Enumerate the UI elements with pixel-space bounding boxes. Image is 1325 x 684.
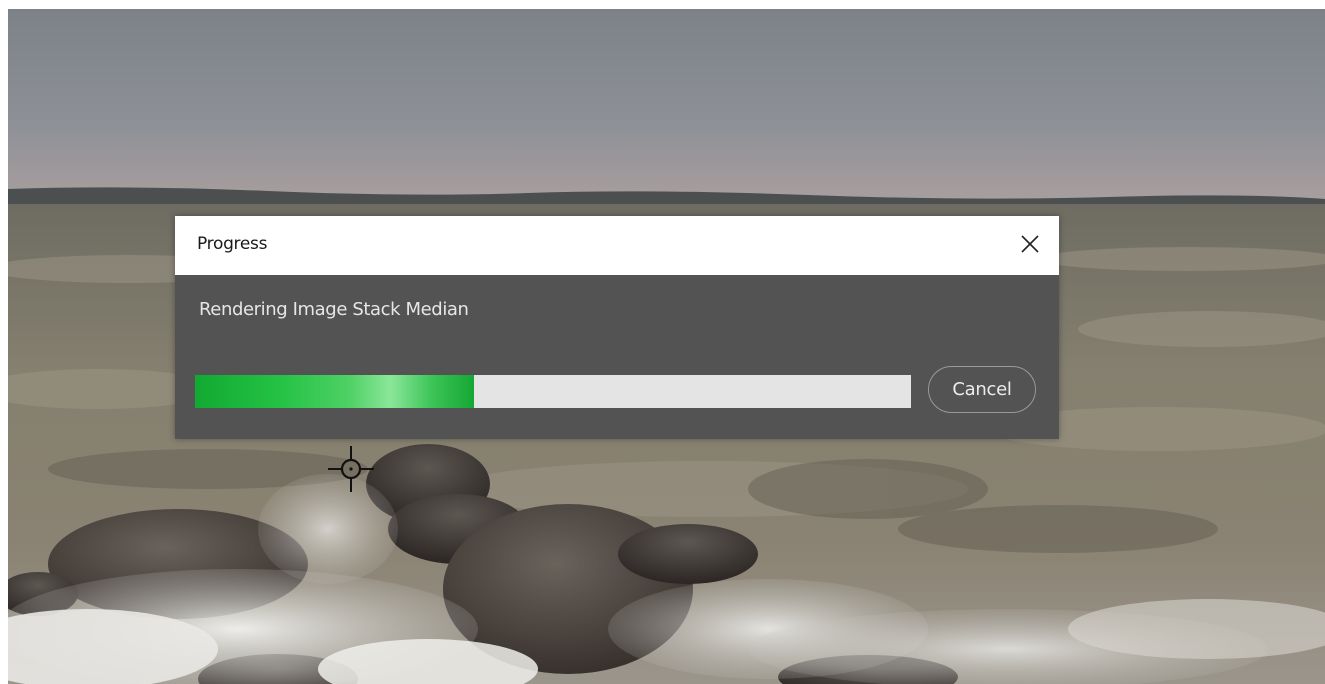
progress-bar: [195, 375, 911, 408]
crosshair-target-icon: [328, 446, 374, 492]
progress-message: Rendering Image Stack Median: [199, 299, 469, 320]
progress-bar-fill: [195, 375, 475, 408]
close-icon[interactable]: [1015, 229, 1045, 259]
dialog-titlebar: Progress: [175, 216, 1059, 275]
progress-dialog: Progress Rendering Image Stack Median Ca…: [175, 216, 1059, 439]
cancel-button[interactable]: Cancel: [928, 366, 1036, 413]
dialog-title: Progress: [197, 234, 268, 254]
